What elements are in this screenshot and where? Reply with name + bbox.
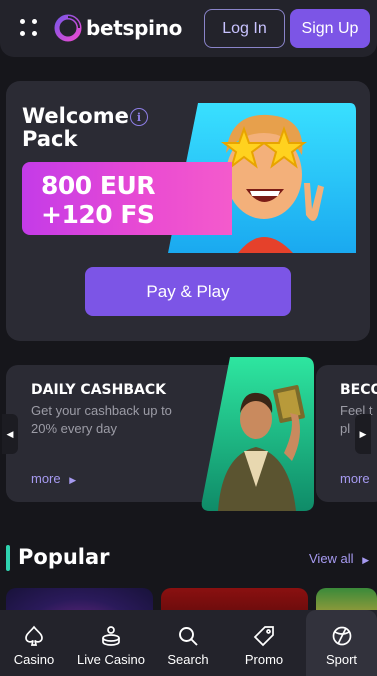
top-header: betspino Log In Sign Up (0, 0, 377, 57)
carousel-next-icon[interactable]: ▶ (355, 414, 371, 454)
bottom-navigation: Casino Live Casino Search Promo Sport (0, 610, 377, 676)
bonus-amount: 800 EUR (41, 171, 156, 200)
nav-label: Casino (13, 652, 55, 667)
logo-swirl-icon (54, 14, 82, 42)
promo-title: DAILY CASHBACK (31, 382, 166, 398)
login-button[interactable]: Log In (204, 9, 285, 48)
view-all-link[interactable]: View all ▶ (309, 551, 369, 566)
caret-right-icon: ▶ (69, 475, 77, 485)
nav-label: Promo (244, 652, 284, 667)
nav-label: Live Casino (77, 652, 145, 667)
dealer-icon (102, 626, 120, 646)
brand-name: betspino (86, 16, 183, 40)
nav-search[interactable]: Search (158, 610, 218, 676)
welcome-pack-card: Welcome Pack i 800 EUR +120 FS Pay & Pla… (6, 81, 370, 341)
view-all-label: View all (309, 551, 354, 566)
explorer-illustration (201, 357, 314, 511)
nav-casino[interactable]: Casino (4, 610, 64, 676)
carousel-prev-icon[interactable]: ◀ (2, 414, 18, 454)
brand-logo[interactable]: betspino (54, 14, 182, 42)
nav-sport[interactable]: Sport (306, 610, 377, 676)
info-icon[interactable]: i (130, 108, 148, 126)
welcome-title: Welcome Pack (22, 104, 129, 151)
promo-description: Get your cashback up to 20% every day (31, 403, 172, 436)
nav-label: Search (167, 652, 209, 667)
caret-right-icon: ▶ (362, 555, 370, 565)
spade-icon (25, 625, 43, 646)
section-marker (6, 545, 10, 571)
nav-promo[interactable]: Promo (234, 610, 294, 676)
tag-icon (253, 626, 274, 647)
menu-icon[interactable] (20, 19, 40, 39)
more-label: more (31, 471, 61, 486)
signup-button[interactable]: Sign Up (290, 9, 370, 48)
nav-label: Sport (325, 652, 358, 667)
promo-card-cashback[interactable]: DAILY CASHBACK Get your cashback up to 2… (6, 357, 314, 511)
search-icon (179, 627, 198, 646)
promo-more-link[interactable]: more (340, 471, 370, 486)
bonus-free-spins: +120 FS (41, 200, 155, 229)
nav-live-casino[interactable]: Live Casino (70, 610, 152, 676)
promo-description-line: pl (340, 421, 351, 436)
promo-title: BECO (340, 382, 377, 398)
popular-title: Popular (18, 545, 110, 569)
promo-more-link[interactable]: more ▶ (31, 471, 76, 486)
ball-icon (332, 626, 351, 646)
bonus-banner: 800 EUR +120 FS (22, 162, 232, 235)
pay-and-play-button[interactable]: Pay & Play (85, 267, 291, 316)
